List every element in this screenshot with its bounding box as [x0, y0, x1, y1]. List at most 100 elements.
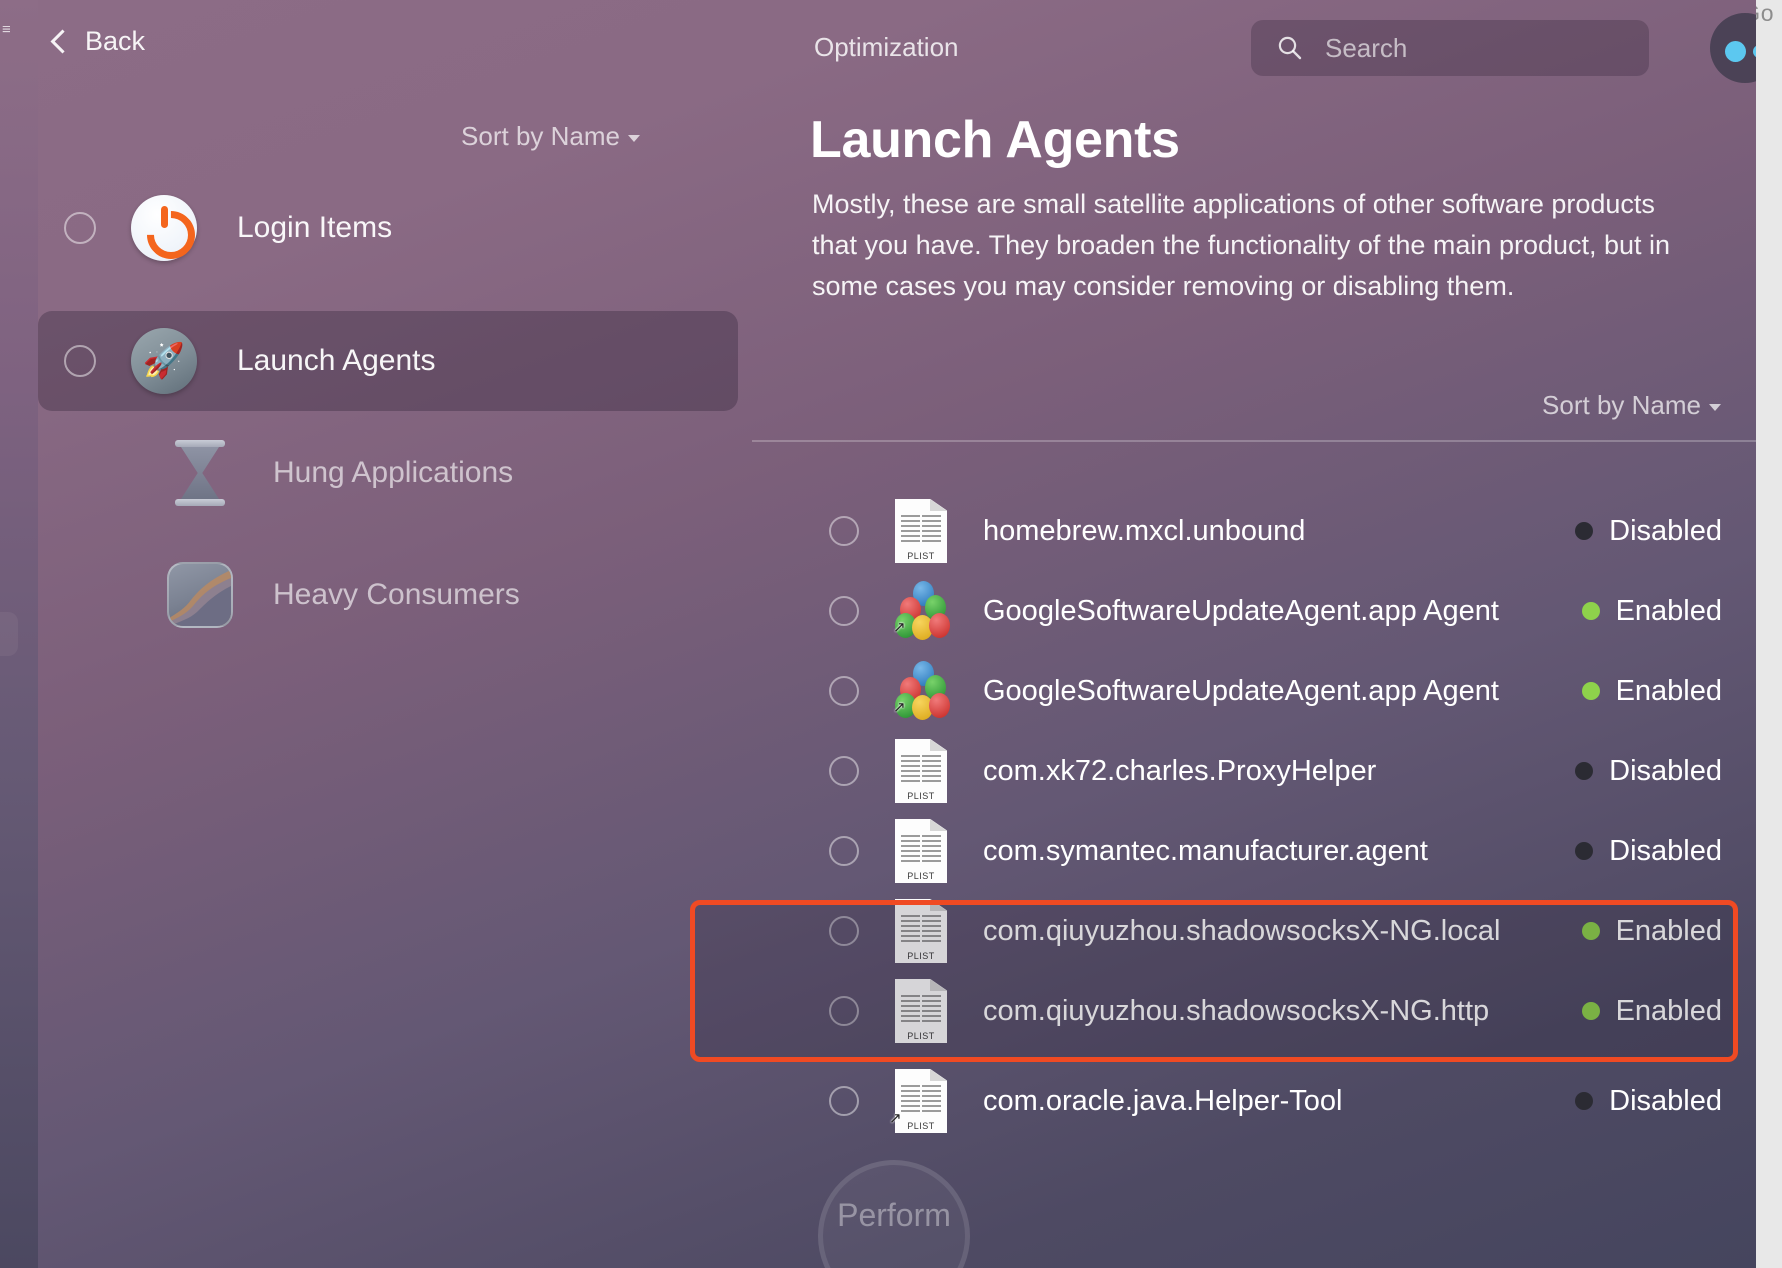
avatar-eye-small-icon	[1753, 45, 1756, 58]
status-dot-icon	[1575, 522, 1593, 540]
status-badge: Disabled	[1575, 755, 1722, 788]
list-sort-button[interactable]: Sort by Name	[1542, 390, 1721, 421]
status-badge: Enabled	[1582, 595, 1722, 628]
sidebar-sort-label: Sort by Name	[461, 121, 620, 151]
row-name: com.symantec.manufacturer.agent	[983, 835, 1428, 868]
status-dot-icon	[1575, 1092, 1593, 1110]
plist-file-icon: PLIST	[895, 979, 949, 1043]
alias-arrow-icon: ↗	[893, 698, 914, 723]
status-label: Disabled	[1609, 835, 1722, 868]
table-row[interactable]: PLIST homebrew.mxcl.unbound Disabled	[752, 486, 1756, 576]
row-name: GoogleSoftwareUpdateAgent.app Agent	[983, 675, 1499, 708]
alias-arrow-icon: ↗	[889, 1109, 902, 1127]
row-name: com.oracle.java.Helper-Tool	[983, 1085, 1342, 1118]
row-radio[interactable]	[829, 836, 859, 866]
chart-icon	[167, 562, 233, 628]
back-button[interactable]: Back	[38, 20, 155, 63]
status-dot-icon	[1575, 842, 1593, 860]
plist-file-icon: PLIST	[895, 899, 949, 963]
left-edge-marks-icon: ≡	[2, 26, 10, 40]
main-panel: Launch Agents Mostly, these are small sa…	[752, 96, 1756, 1268]
table-row[interactable]: PLIST com.symantec.manufacturer.agent Di…	[752, 806, 1756, 896]
row-radio[interactable]	[829, 516, 859, 546]
toolbar-title: Optimization	[814, 32, 959, 63]
plist-file-icon: PLIST	[895, 739, 949, 803]
table-row[interactable]: ↗ GoogleSoftwareUpdateAgent.app Agent En…	[752, 566, 1756, 656]
status-label: Enabled	[1616, 595, 1722, 628]
status-badge: Disabled	[1575, 835, 1722, 868]
status-dot-icon	[1582, 922, 1600, 940]
row-radio[interactable]	[829, 916, 859, 946]
status-label: Disabled	[1609, 515, 1722, 548]
sidebar-item-label: Login Items	[237, 211, 392, 245]
sidebar-item-launch-agents[interactable]: 🚀 Launch Agents	[38, 311, 738, 411]
status-badge: Enabled	[1582, 915, 1722, 948]
avatar-eye-large-icon	[1725, 41, 1746, 62]
left-edge-handle[interactable]	[0, 612, 18, 656]
sidebar-item-label: Hung Applications	[273, 456, 513, 490]
left-window-edge: ≡	[0, 0, 38, 1268]
status-label: Enabled	[1616, 675, 1722, 708]
rocket-icon: 🚀	[131, 328, 197, 394]
row-name: com.qiuyuzhou.shadowsocksX-NG.http	[983, 995, 1489, 1028]
table-row[interactable]: PLIST com.xk72.charles.ProxyHelper Disab…	[752, 726, 1756, 816]
row-name: homebrew.mxcl.unbound	[983, 515, 1305, 548]
perform-button-label: Perform	[837, 1197, 951, 1234]
plist-file-icon: PLIST	[895, 819, 949, 883]
status-dot-icon	[1582, 1002, 1600, 1020]
status-label: Enabled	[1616, 915, 1722, 948]
page-description: Mostly, these are small satellite applic…	[812, 184, 1702, 307]
avatar[interactable]	[1710, 13, 1756, 83]
row-name: com.xk72.charles.ProxyHelper	[983, 755, 1376, 788]
table-row[interactable]: PLIST com.qiuyuzhou.shadowsocksX-NG.http…	[752, 966, 1756, 1056]
row-radio[interactable]	[829, 596, 859, 626]
alias-arrow-icon: ↗	[893, 618, 914, 643]
table-row[interactable]: PLIST com.qiuyuzhou.shadowsocksX-NG.loca…	[752, 886, 1756, 976]
sidebar-item-label: Heavy Consumers	[273, 578, 520, 612]
plist-file-icon: PLIST↗	[895, 1069, 949, 1133]
status-label: Disabled	[1609, 755, 1722, 788]
chevron-down-icon	[1709, 404, 1721, 411]
row-name: com.qiuyuzhou.shadowsocksX-NG.local	[983, 915, 1500, 948]
status-dot-icon	[1575, 762, 1593, 780]
sidebar-radio-launch-agents[interactable]	[64, 345, 96, 377]
status-badge: Enabled	[1582, 995, 1722, 1028]
status-badge: Enabled	[1582, 675, 1722, 708]
google-balls-icon: ↗	[895, 579, 949, 643]
status-dot-icon	[1582, 602, 1600, 620]
status-dot-icon	[1582, 682, 1600, 700]
power-icon	[131, 195, 197, 261]
status-badge: Disabled	[1575, 515, 1722, 548]
search-icon	[1277, 35, 1303, 61]
row-radio[interactable]	[829, 1086, 859, 1116]
page-title: Launch Agents	[810, 110, 1180, 170]
toolbar: Back Optimization	[38, 0, 1756, 96]
chevron-down-icon	[628, 135, 640, 142]
optimization-window: ≡ Back Optimization Sort by Name	[0, 0, 1756, 1268]
sidebar-item-label: Launch Agents	[237, 344, 436, 378]
search-input[interactable]	[1325, 33, 1625, 64]
status-badge: Disabled	[1575, 1085, 1722, 1118]
status-label: Enabled	[1616, 995, 1722, 1028]
sidebar-radio-login-items[interactable]	[64, 212, 96, 244]
agent-list: PLIST homebrew.mxcl.unbound Disabled	[752, 442, 1756, 1268]
row-radio[interactable]	[829, 756, 859, 786]
google-balls-icon: ↗	[895, 659, 949, 723]
table-row[interactable]: ↗ GoogleSoftwareUpdateAgent.app Agent En…	[752, 646, 1756, 736]
sidebar-sort-button[interactable]: Sort by Name	[461, 121, 640, 152]
search-box[interactable]	[1251, 20, 1649, 76]
back-button-label: Back	[85, 26, 145, 57]
sidebar: Sort by Name Login Items 🚀 Launch Agents	[38, 96, 752, 1268]
row-radio[interactable]	[829, 676, 859, 706]
sidebar-item-login-items[interactable]: Login Items	[38, 178, 738, 278]
table-row[interactable]: PLIST↗ com.oracle.java.Helper-Tool Disab…	[752, 1056, 1756, 1146]
sidebar-item-hung-applications[interactable]: Hung Applications	[38, 423, 738, 523]
sidebar-item-heavy-consumers[interactable]: Heavy Consumers	[38, 545, 738, 645]
hourglass-icon	[167, 440, 233, 506]
list-sort-label: Sort by Name	[1542, 390, 1701, 420]
chevron-left-icon	[50, 29, 74, 53]
row-name: GoogleSoftwareUpdateAgent.app Agent	[983, 595, 1499, 628]
row-radio[interactable]	[829, 996, 859, 1026]
plist-file-icon: PLIST	[895, 499, 949, 563]
status-label: Disabled	[1609, 1085, 1722, 1118]
